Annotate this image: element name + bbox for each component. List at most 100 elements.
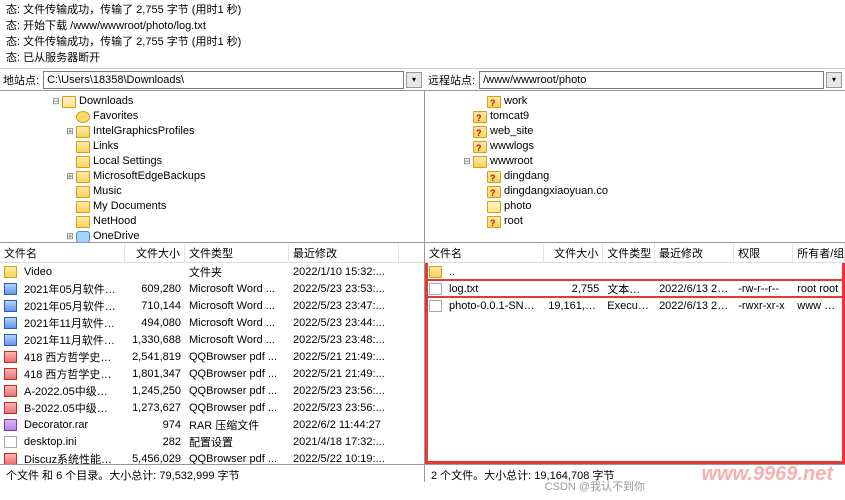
- tree-node[interactable]: root: [425, 214, 845, 229]
- file-name: Discuz系统性能测试计划...: [20, 451, 121, 465]
- file-modified: 2022/5/23 23:44:...: [289, 317, 399, 329]
- file-row[interactable]: Decorator.rar974RAR 压缩文件2022/6/2 11:44:2…: [0, 416, 424, 433]
- tree-node[interactable]: dingdang: [425, 169, 845, 184]
- tree-node[interactable]: Local Settings: [0, 154, 424, 169]
- col-type[interactable]: 文件类型: [185, 243, 289, 263]
- col-name[interactable]: 文件名: [425, 243, 544, 263]
- file-modified: 2022/5/23 23:56:...: [289, 402, 399, 414]
- file-size: 609,280: [125, 283, 185, 295]
- file-row[interactable]: desktop.ini282配置设置2021/4/18 17:32:...: [0, 433, 424, 450]
- local-path-dropdown[interactable]: ▾: [406, 72, 422, 88]
- file-size: 494,080: [125, 317, 185, 329]
- remote-file-list[interactable]: 文件名 文件大小 文件类型 最近修改 权限 所有者/组 ..log.txt2,7…: [425, 243, 845, 464]
- expand-toggle[interactable]: ⊞: [64, 229, 76, 243]
- tree-label: root: [504, 214, 523, 229]
- local-tree[interactable]: ⊟ DownloadsFavorites⊞IntelGraphicsProfile…: [0, 91, 425, 243]
- tree-node[interactable]: work: [425, 94, 845, 109]
- tree-node[interactable]: NetHood: [0, 214, 424, 229]
- folder-icon: [473, 141, 487, 153]
- file-size: 1,801,347: [125, 368, 185, 380]
- file-row[interactable]: A-2022.05中级软件设计...1,245,250QQBrowser pdf…: [0, 382, 424, 399]
- tree-node[interactable]: Links: [0, 139, 424, 154]
- folder-icon: [62, 96, 76, 108]
- col-size[interactable]: 文件大小: [544, 243, 603, 263]
- tree-node[interactable]: Music: [0, 184, 424, 199]
- col-name[interactable]: 文件名: [0, 243, 125, 263]
- file-icon: [4, 351, 17, 363]
- file-size: 1,245,250: [125, 385, 185, 397]
- file-icon: [4, 453, 17, 465]
- file-row[interactable]: photo-0.0.1-SNAPS...19,161,953Executabl.…: [425, 297, 845, 314]
- log-line: 态: 已从服务器断开: [6, 50, 839, 66]
- file-row[interactable]: B-2022.05中级软件设计...1,273,627QQBrowser pdf…: [0, 399, 424, 416]
- file-row[interactable]: 2021年11月软件设计师...494,080Microsoft Word ..…: [0, 314, 424, 331]
- expand-toggle[interactable]: ⊟: [50, 94, 62, 109]
- folder-icon: [76, 186, 90, 198]
- file-size: 710,144: [125, 300, 185, 312]
- folder-icon: [473, 156, 487, 168]
- expand-toggle[interactable]: ⊟: [461, 154, 473, 169]
- file-type: 文本文档: [603, 281, 655, 297]
- tree-node[interactable]: dingdangxiaoyuan.co: [425, 184, 845, 199]
- tree-label: NetHood: [93, 214, 136, 229]
- file-row[interactable]: ..: [425, 263, 845, 280]
- file-row[interactable]: Discuz系统性能测试计划...5,456,029QQBrowser pdf …: [0, 450, 424, 464]
- folder-icon: [473, 126, 487, 138]
- tree-node[interactable]: ⊞ OneDrive: [0, 229, 424, 243]
- local-file-list[interactable]: 文件名 文件大小 文件类型 最近修改 Video文件夹2022/1/10 15:…: [0, 243, 425, 464]
- tree-label: MicrosoftEdgeBackups: [93, 169, 206, 184]
- tree-label: OneDrive: [93, 229, 139, 243]
- file-icon: [4, 402, 17, 414]
- tree-node[interactable]: ⊟ Downloads: [0, 94, 424, 109]
- local-path-input[interactable]: [43, 71, 404, 89]
- file-row[interactable]: 2021年05月软件设计师...710,144Microsoft Word ..…: [0, 297, 424, 314]
- folder-icon: [487, 171, 501, 183]
- remote-path-input[interactable]: [479, 71, 824, 89]
- tree-node[interactable]: ⊞IntelGraphicsProfiles: [0, 124, 424, 139]
- file-name: photo-0.0.1-SNAPS...: [445, 300, 540, 312]
- col-type[interactable]: 文件类型: [603, 243, 655, 263]
- tree-node[interactable]: tomcat9: [425, 109, 845, 124]
- file-type: QQBrowser pdf ...: [185, 402, 289, 414]
- col-modified[interactable]: 最近修改: [655, 243, 734, 263]
- folder-icon: [487, 201, 501, 213]
- file-modified: 2022/6/13 20...: [655, 300, 734, 312]
- file-modified: 2022/5/23 23:56:...: [289, 385, 399, 397]
- file-modified: 2022/5/21 21:49:...: [289, 351, 399, 363]
- file-modified: 2022/5/23 23:53:...: [289, 283, 399, 295]
- tree-label: wwwroot: [490, 154, 533, 169]
- expand-toggle[interactable]: ⊞: [64, 124, 76, 139]
- file-owner: www www: [793, 300, 845, 312]
- remote-tree[interactable]: worktomcat9web_sitewwwlogs⊟wwwrootdingda…: [425, 91, 845, 243]
- tree-node[interactable]: My Documents: [0, 199, 424, 214]
- col-modified[interactable]: 最近修改: [289, 243, 399, 263]
- file-row[interactable]: 418 西方哲学史上卷.pdf2,541,819QQBrowser pdf ..…: [0, 348, 424, 365]
- tree-node[interactable]: ⊟ wwwroot: [425, 154, 845, 169]
- local-status-bar: 个文件 和 6 个目录。大小总计: 79,532,999 字节: [0, 465, 425, 482]
- tree-node[interactable]: photo: [425, 199, 845, 214]
- col-permissions[interactable]: 权限: [734, 243, 793, 263]
- file-icon: [4, 283, 17, 295]
- file-icon: [4, 266, 17, 278]
- file-row[interactable]: 2021年05月软件设计师...609,280Microsoft Word ..…: [0, 280, 424, 297]
- file-size: 1,330,688: [125, 334, 185, 346]
- file-row[interactable]: 418 西方哲学史下卷.pdf1,801,347QQBrowser pdf ..…: [0, 365, 424, 382]
- remote-status-bar: 2 个文件。大小总计: 19,164,708 字节: [425, 465, 845, 482]
- tree-label: Downloads: [79, 94, 133, 109]
- transfer-log: 态: 文件传输成功，传输了 2,755 字节 (用时1 秒) 态: 开始下载 /…: [0, 0, 845, 69]
- tree-node[interactable]: wwwlogs: [425, 139, 845, 154]
- file-row[interactable]: Video文件夹2022/1/10 15:32:...: [0, 263, 424, 280]
- remote-path-dropdown[interactable]: ▾: [826, 72, 842, 88]
- expand-toggle[interactable]: ⊞: [64, 169, 76, 184]
- file-row[interactable]: log.txt2,755文本文档2022/6/13 23...-rw-r--r-…: [425, 280, 845, 297]
- tree-label: dingdang: [504, 169, 549, 184]
- col-owner[interactable]: 所有者/组: [793, 243, 845, 263]
- file-name: 2021年05月软件设计师...: [20, 281, 121, 297]
- tree-node[interactable]: ⊞ MicrosoftEdgeBackups: [0, 169, 424, 184]
- file-row[interactable]: 2021年11月软件设计师...1,330,688Microsoft Word …: [0, 331, 424, 348]
- col-size[interactable]: 文件大小: [125, 243, 185, 263]
- tree-node[interactable]: Favorites: [0, 109, 424, 124]
- tree-node[interactable]: web_site: [425, 124, 845, 139]
- file-size: 19,161,953: [544, 300, 603, 312]
- file-size: 5,456,029: [125, 453, 185, 465]
